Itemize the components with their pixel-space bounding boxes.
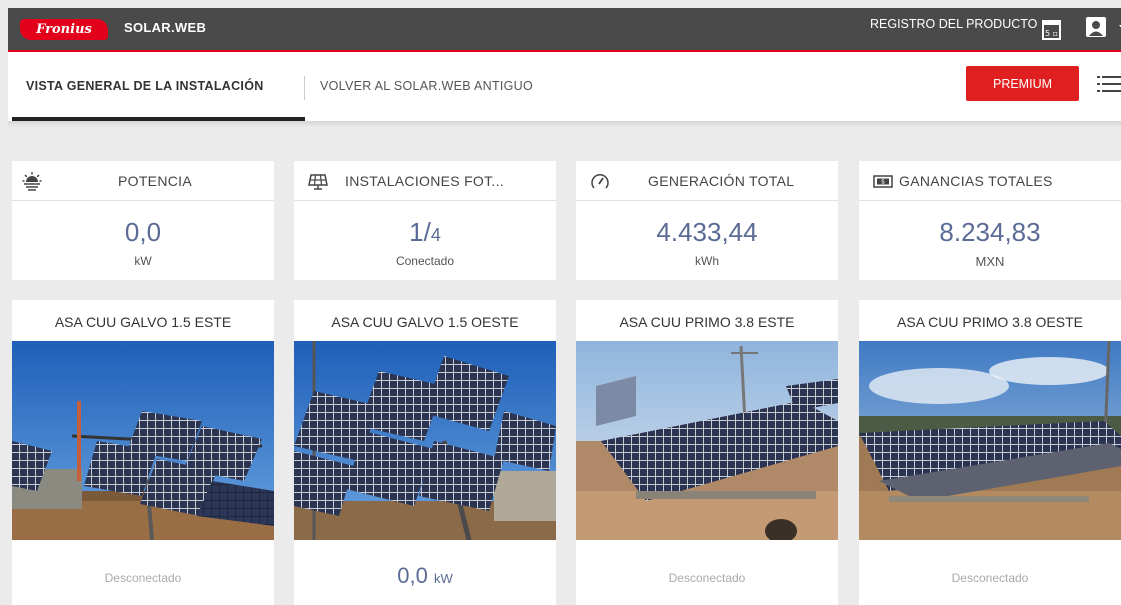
stat-value: 4.433,44 [656,217,758,247]
installation-status: Desconectado [668,571,746,585]
installation-power: 0,0 kW [397,563,453,588]
installation-photo [294,341,556,540]
stat-value: 8.234,83 [939,217,1041,247]
tab-divider [304,76,305,100]
list-menu-icon[interactable] [1097,74,1121,94]
stat-unit: kW [134,254,152,268]
stat-card-power[interactable]: POTENCIA 0,0 kW [12,161,274,280]
installation-photo [12,341,274,540]
stat-unit: MXN [975,254,1005,269]
tab-installation-overview[interactable]: VISTA GENERAL DE LA INSTALACIÓN [26,79,264,93]
stat-value: 1/4 [409,217,441,247]
nav-shadow [8,121,1121,127]
stat-card-total-earnings[interactable]: $ GANANCIAS TOTALES 8.234,83 MXN [859,161,1121,280]
fronius-logo[interactable]: Fronius [20,19,108,40]
installation-name: ASA CUU PRIMO 3.8 OESTE [897,314,1083,330]
installation-photo [576,341,838,540]
stat-card-header: $ GANANCIAS TOTALES [859,161,1121,201]
stat-title: GANANCIAS TOTALES [899,173,1053,189]
installation-name: ASA CUU GALVO 1.5 OESTE [331,314,519,330]
stat-unit: kWh [695,254,719,268]
installation-card-primo-este[interactable]: ASA CUU PRIMO 3.8 ESTE Desconectado [576,300,838,605]
svg-text:5 ▫: 5 ▫ [1045,29,1058,38]
solar-panel-icon [308,171,328,191]
installation-name: ASA CUU GALVO 1.5 ESTE [54,314,232,330]
installation-card-primo-oeste[interactable]: ASA CUU PRIMO 3.8 OESTE Desconectado [859,300,1121,605]
stat-title: POTENCIA [118,173,192,189]
installation-card-galvo-oeste[interactable]: ASA CUU GALVO 1.5 OESTE 0,0 kW [294,300,556,605]
sub-navigation: VISTA GENERAL DE LA INSTALACIÓN VOLVER A… [8,52,1121,121]
installation-status: Desconectado [951,571,1029,585]
app-name[interactable]: SOLAR.WEB [124,20,206,35]
user-icon[interactable] [1086,17,1106,37]
top-bar: Fronius SOLAR.WEB REGISTRO DEL PRODUCTO … [8,8,1121,50]
money-icon: $ [873,171,893,191]
stat-card-header: GENERACIÓN TOTAL [576,161,838,201]
installation-name: ASA CUU PRIMO 3.8 ESTE [619,314,795,330]
stat-value: 0,0 [124,217,162,247]
stat-title: GENERACIÓN TOTAL [648,173,795,189]
stat-card-header: POTENCIA [12,161,274,201]
svg-text:$: $ [881,179,885,186]
register-icon[interactable]: 5 ▫ [1042,20,1061,40]
installation-status: Desconectado [104,571,182,585]
gauge-icon [590,171,610,191]
sun-icon [22,171,42,191]
installation-card-galvo-este[interactable]: ASA CUU GALVO 1.5 ESTE Desconectado [12,300,274,605]
stat-title: INSTALACIONES FOT... [345,173,504,189]
stat-card-header: INSTALACIONES FOT... [294,161,556,201]
stat-unit: Conectado [395,254,455,268]
stat-card-total-generation[interactable]: GENERACIÓN TOTAL 4.433,44 kWh [576,161,838,280]
premium-button[interactable]: PREMIUM [966,66,1079,101]
stat-card-installations[interactable]: INSTALACIONES FOT... 1/4 Conectado [294,161,556,280]
old-solarweb-link[interactable]: VOLVER AL SOLAR.WEB ANTIGUO [320,79,533,93]
installation-photo [859,341,1121,540]
register-product-link[interactable]: REGISTRO DEL PRODUCTO [870,17,1037,31]
